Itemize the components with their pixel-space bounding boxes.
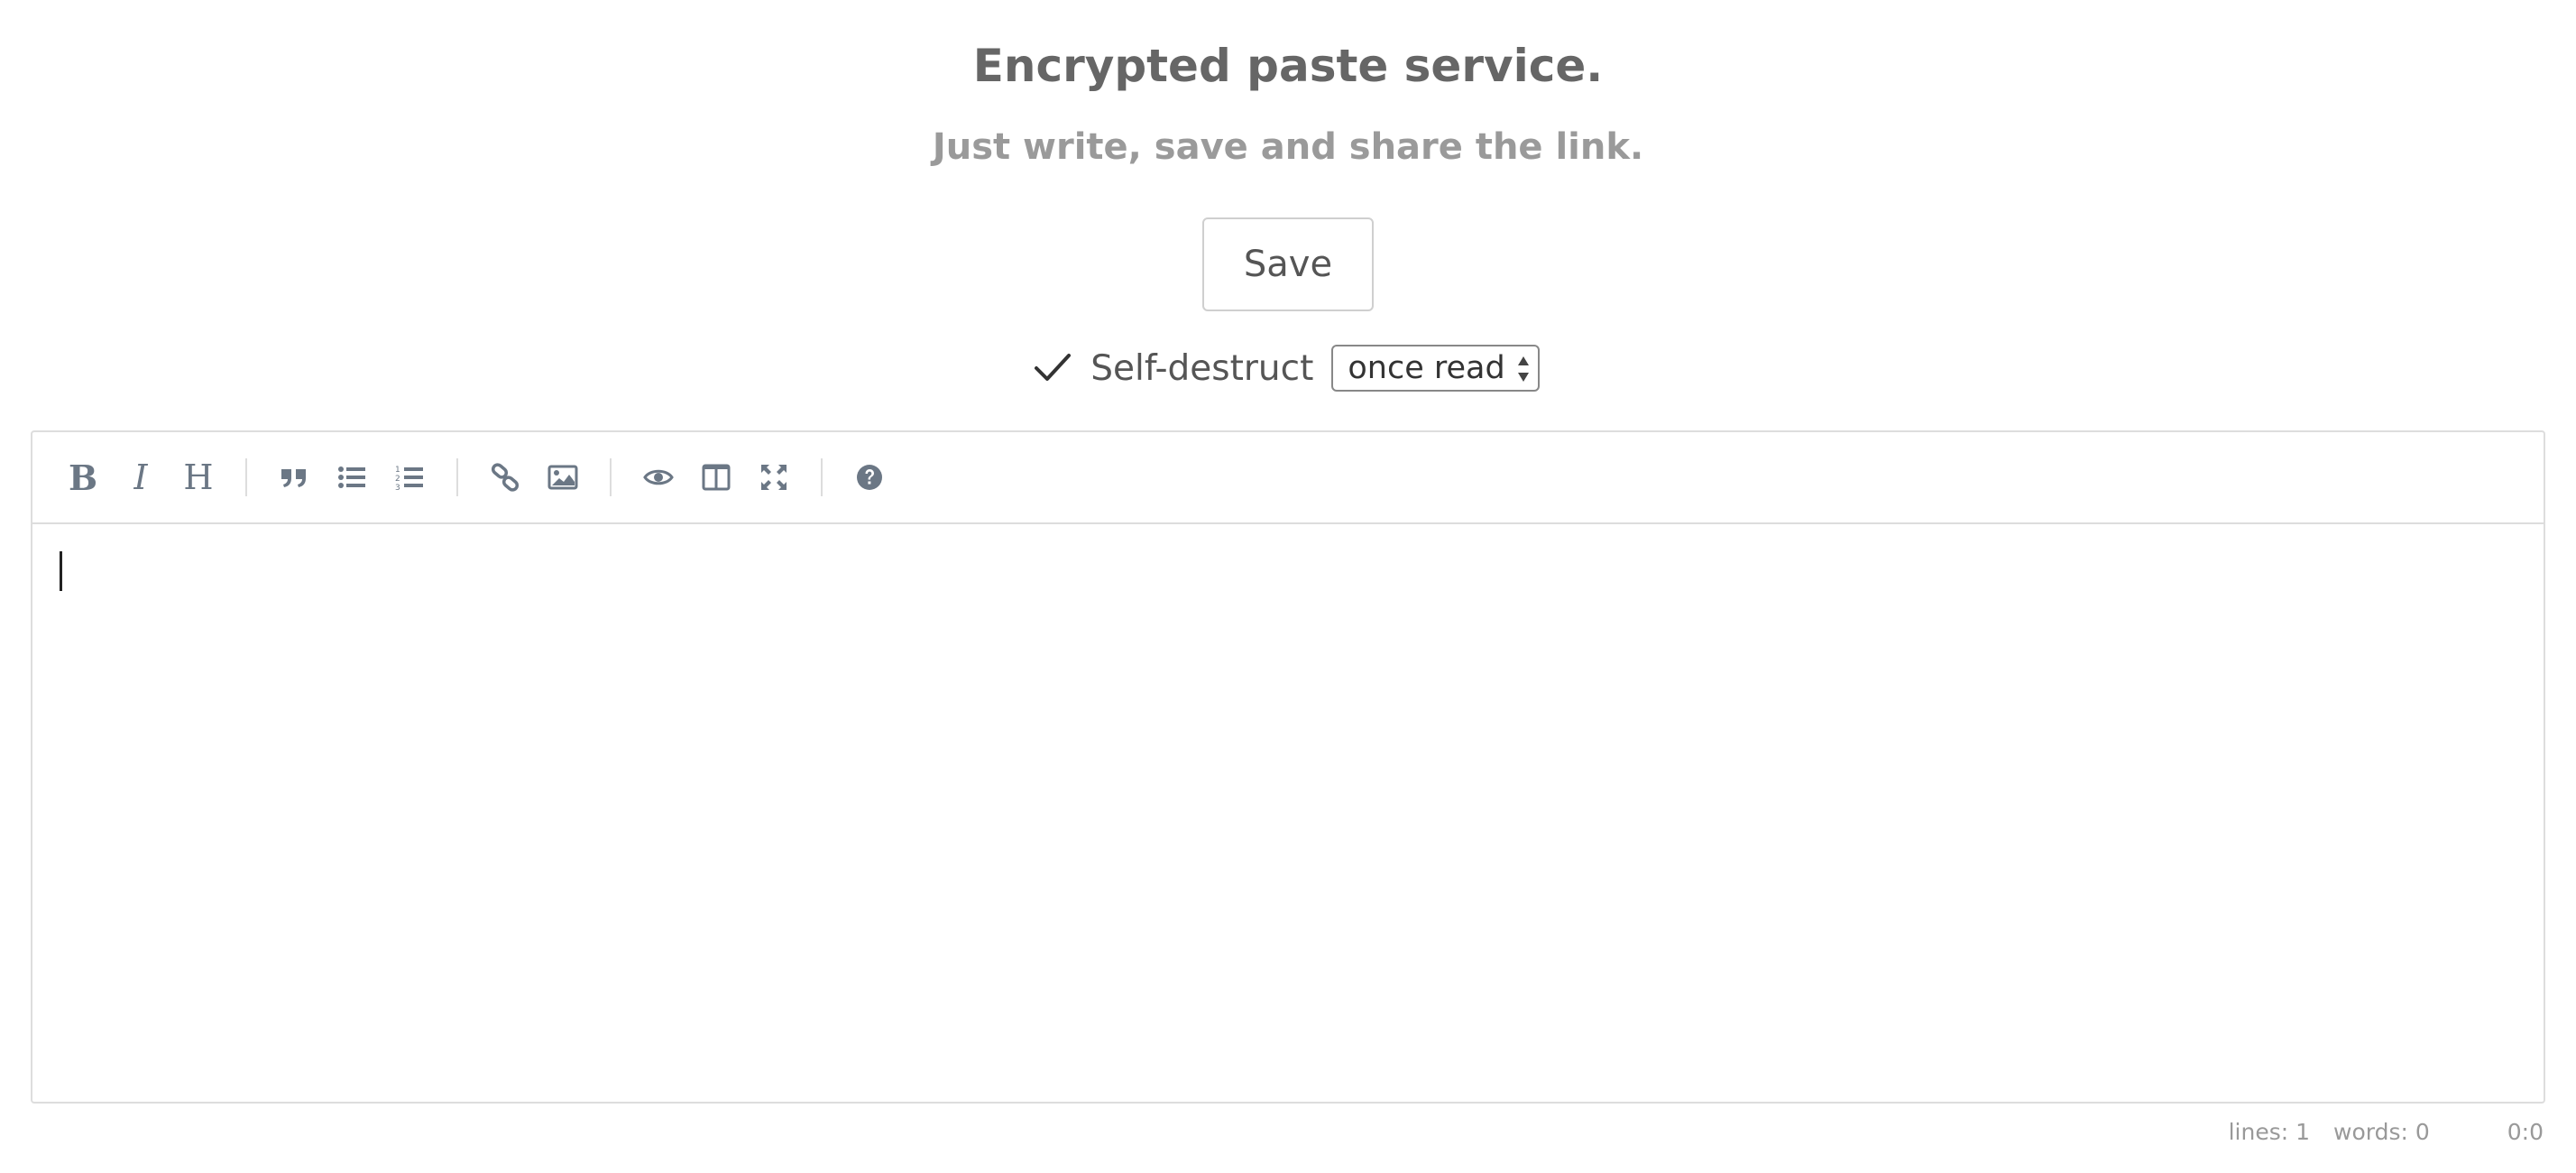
- words-count: words: 0: [2333, 1119, 2430, 1145]
- toolbar-separator: [821, 458, 823, 496]
- svg-text:2: 2: [395, 475, 400, 484]
- lines-count: lines: 1: [2228, 1119, 2310, 1145]
- checkmark-icon[interactable]: [1031, 346, 1074, 390]
- quote-icon: [281, 469, 306, 487]
- bold-button[interactable]: B: [58, 452, 108, 503]
- markdown-editor: B I H 1 2 3: [31, 430, 2545, 1104]
- link-button[interactable]: [480, 452, 530, 503]
- heading-icon: H: [183, 457, 214, 497]
- editor-statusbar: lines: 1 words: 0 0:0: [2205, 1119, 2544, 1145]
- save-button[interactable]: Save: [1202, 217, 1374, 311]
- toolbar-separator: [245, 458, 247, 496]
- preview-button[interactable]: [633, 452, 684, 503]
- heading-button[interactable]: H: [173, 452, 224, 503]
- page-title: Encrypted paste service.: [972, 40, 1604, 92]
- ordered-list-button[interactable]: 1 2 3: [384, 452, 435, 503]
- arrows-alt-icon: [761, 465, 787, 490]
- question-circle-icon: [857, 465, 882, 490]
- page-subtitle: Just write, save and share the link.: [932, 126, 1644, 168]
- self-destruct-selected-value: once read: [1348, 350, 1505, 386]
- svg-text:1: 1: [395, 466, 400, 475]
- self-destruct-label: Self-destruct: [1090, 347, 1314, 389]
- toolbar-separator: [610, 458, 612, 496]
- list-ol-icon: 1 2 3: [395, 466, 423, 493]
- self-destruct-row: Self-destruct once read: [0, 343, 2576, 393]
- unordered-list-button[interactable]: [327, 452, 377, 503]
- image-button[interactable]: [538, 452, 588, 503]
- side-by-side-button[interactable]: [691, 452, 741, 503]
- bold-icon: B: [68, 457, 98, 498]
- fullscreen-button[interactable]: [749, 452, 799, 503]
- toolbar-separator: [456, 458, 458, 496]
- self-destruct-select[interactable]: once read: [1331, 345, 1540, 392]
- select-arrows-icon: [1517, 356, 1529, 382]
- italic-icon: I: [133, 457, 148, 497]
- text-cursor: [60, 551, 62, 591]
- quote-button[interactable]: [269, 452, 319, 503]
- image-icon: [547, 465, 578, 490]
- editor-text-area[interactable]: [32, 524, 2544, 1102]
- guide-button[interactable]: [844, 452, 895, 503]
- cursor-position: 0:0: [2507, 1119, 2544, 1145]
- link-icon: [491, 463, 520, 492]
- svg-text:3: 3: [395, 484, 400, 493]
- list-ul-icon: [338, 466, 365, 488]
- italic-button[interactable]: I: [115, 452, 166, 503]
- columns-icon: [702, 464, 731, 491]
- editor-toolbar: B I H 1 2 3: [32, 432, 2544, 524]
- eye-icon: [643, 469, 674, 485]
